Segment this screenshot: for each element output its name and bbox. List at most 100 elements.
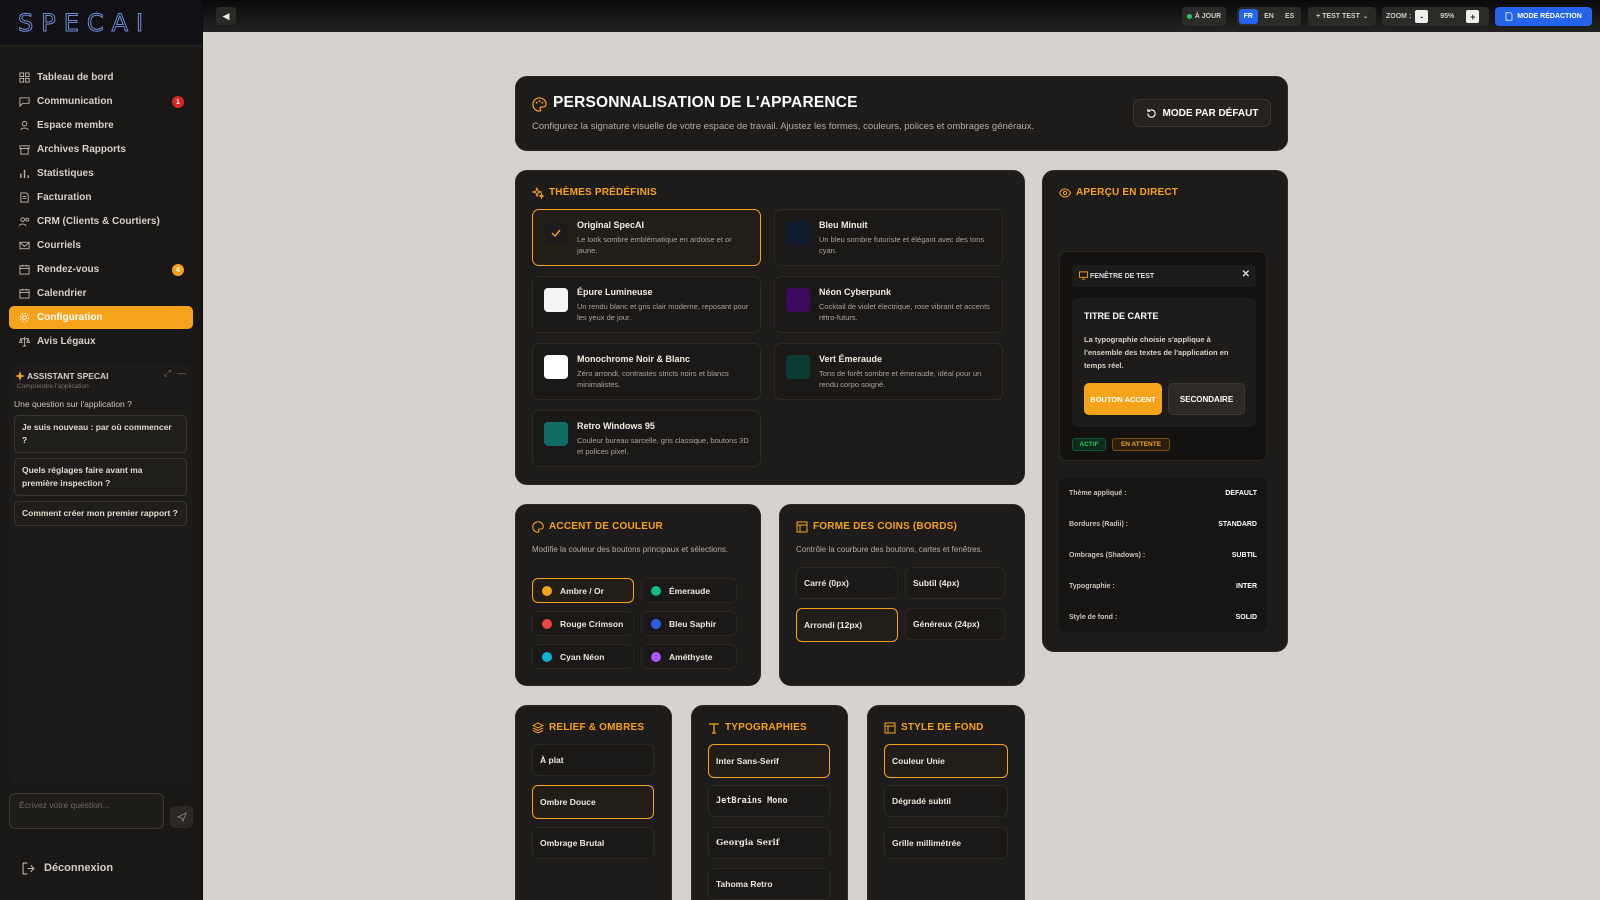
theme-desc: Zéro arrondi, contrastes stricts noirs e… (577, 369, 729, 389)
bg-option-gradient[interactable]: Dégradé subtil (884, 785, 1008, 817)
corner-option-square[interactable]: Carré (0px) (796, 567, 898, 599)
zoom-out-button[interactable]: - (1415, 10, 1429, 23)
sparkles-icon (532, 187, 544, 199)
theme-swatch (786, 221, 810, 245)
eye-icon (1059, 188, 1071, 198)
sidebar-item-statistics[interactable]: Statistiques (9, 162, 193, 185)
logout-button[interactable]: Déconnexion (22, 862, 113, 875)
color-dot-icon (651, 618, 661, 629)
sidebar-item-crm[interactable]: CRM (Clients & Courtiers) (9, 210, 193, 233)
mail-icon (19, 241, 30, 250)
accent-option-emeraude[interactable]: Émeraude (641, 578, 737, 603)
theme-name: Néon Cyberpunk (819, 287, 892, 297)
bg-option-solid[interactable]: Couleur Unie (884, 744, 1008, 778)
accent-color-card: ACCENT DE COULEUR Modifie la couleur des… (515, 504, 761, 686)
sidebar-item-member-space[interactable]: Espace membre (9, 114, 193, 137)
theme-neon-cyberpunk[interactable]: Néon Cyberpunk Cocktail de violet électr… (774, 276, 1003, 333)
summary-row: Thème appliqué : DEFAULT (1069, 490, 1257, 497)
language-switcher: FR EN ES (1237, 7, 1301, 26)
chevron-left-icon: ◀ (222, 10, 230, 21)
theme-desc: Un rendu blanc et gris clair moderne, re… (577, 302, 749, 322)
color-dot-icon (542, 651, 552, 662)
assistant-question: Une question sur l'application ? (14, 399, 132, 409)
bg-option-grid[interactable]: Grille millimétrée (884, 827, 1008, 859)
user-menu[interactable]: + TEST TEST ⌄ (1308, 7, 1376, 26)
editing-mode-button[interactable]: MODE RÉDACTION (1495, 7, 1592, 26)
theme-bleu-minuit[interactable]: Bleu Minuit Un bleu sombre futuriste et … (774, 209, 1003, 266)
zoom-in-button[interactable]: + (1466, 10, 1480, 23)
close-icon[interactable]: ✕ (1242, 269, 1250, 280)
theme-name: Monochrome Noir & Blanc (577, 354, 691, 364)
minimize-icon[interactable]: — (177, 368, 186, 379)
accent-option-saphir[interactable]: Bleu Saphir (641, 611, 737, 636)
sidebar-item-legal[interactable]: Avis Légaux (9, 330, 193, 353)
assistant-input[interactable]: Écrivez votre question... (9, 793, 164, 829)
assistant-title: ASSISTANT SPECAI (13, 371, 188, 381)
sidebar-item-label: Configuration (37, 312, 103, 323)
accent-option-crimson[interactable]: Rouge Crimson (532, 611, 634, 636)
sidebar-item-calendar[interactable]: Calendrier (9, 282, 193, 305)
theme-vert-emeraude[interactable]: Vert Émeraude Tons de forêt sombre et ém… (774, 343, 1003, 400)
preview-card-title: TITRE DE CARTE (1084, 311, 1159, 321)
corners-card: FORME DES COINS (BORDS) Contrôle la cour… (779, 504, 1025, 686)
theme-desc: Couleur bureau sarcelle, gris classique,… (577, 436, 749, 456)
expand-icon[interactable]: ⤢ (164, 368, 171, 379)
corner-option-rounded[interactable]: Arrondi (12px) (796, 608, 898, 642)
notification-badge: 4 (172, 264, 184, 276)
monitor-icon (1079, 271, 1088, 280)
preview-inner-card: TITRE DE CARTE La typographie choisie s'… (1072, 298, 1256, 427)
theme-name: Vert Émeraude (819, 354, 883, 364)
font-option-inter[interactable]: Inter Sans-Serif (708, 744, 830, 778)
sidebar-item-configuration[interactable]: Configuration (9, 306, 193, 329)
sidebar-nav: Tableau de bord Communication 1 Espace m… (0, 46, 202, 353)
font-option-georgia[interactable]: Georgia Serif (708, 827, 830, 859)
layout-icon (796, 521, 808, 533)
send-button[interactable] (170, 806, 193, 828)
accent-option-cyan[interactable]: Cyan Néon (532, 644, 634, 669)
theme-name: Épure Lumineuse (577, 287, 653, 297)
sidebar-item-dashboard[interactable]: Tableau de bord (9, 66, 193, 89)
relief-option-brutal[interactable]: Ombrage Brutal (532, 827, 654, 859)
corner-option-subtle[interactable]: Subtil (4px) (905, 567, 1005, 599)
relief-option-flat[interactable]: À plat (532, 744, 654, 776)
relief-shadows-card: RELIEF & OMBRES À plat Ombre Douce Ombra… (515, 705, 672, 900)
themes-card: THÈMES PRÉDÉFINIS Original SpecAI Le loo… (515, 170, 1025, 485)
lang-fr-button[interactable]: FR (1239, 9, 1258, 24)
theme-original-specai[interactable]: Original SpecAI Le look sombre emblémati… (532, 209, 761, 266)
background-style-card: STYLE DE FOND Couleur Unie Dégradé subti… (867, 705, 1025, 900)
status-badge-active: ACTIF (1072, 438, 1106, 451)
sidebar-item-communication[interactable]: Communication 1 (9, 90, 193, 113)
lang-en-button[interactable]: EN (1260, 9, 1279, 24)
theme-monochrome[interactable]: Monochrome Noir & Blanc Zéro arrondi, co… (532, 343, 761, 400)
preview-accent-button[interactable]: BOUTON ACCENT (1084, 383, 1162, 415)
suggestion-chip[interactable]: Comment créer mon premier rapport ? (14, 501, 187, 526)
corner-option-generous[interactable]: Généreux (24px) (905, 608, 1005, 640)
reset-default-button[interactable]: MODE PAR DÉFAUT (1133, 99, 1271, 127)
sidebar-item-emails[interactable]: Courriels (9, 234, 193, 257)
accent-option-ambre[interactable]: Ambre / Or (532, 578, 634, 603)
theme-epure-lumineuse[interactable]: Épure Lumineuse Un rendu blanc et gris c… (532, 276, 761, 333)
theme-name: Bleu Minuit (819, 220, 868, 230)
status-dot-icon (1186, 14, 1192, 19)
summary-row: Typographie : INTER (1069, 583, 1257, 590)
sidebar-item-appointments[interactable]: Rendez-vous 4 (9, 258, 193, 281)
preview-card-text: La typographie choisie s'applique à l'en… (1084, 335, 1229, 370)
sidebar-item-billing[interactable]: Facturation (9, 186, 193, 209)
sidebar-item-archives[interactable]: Archives Rapports (9, 138, 193, 161)
theme-name: Retro Windows 95 (577, 421, 655, 431)
collapse-sidebar-button[interactable]: ◀ (216, 7, 236, 25)
sidebar-item-label: Tableau de bord (37, 72, 114, 83)
suggestion-chip[interactable]: Je suis nouveau : par où commencer ? (14, 415, 187, 453)
preview-secondary-button[interactable]: SECONDAIRE (1168, 383, 1245, 415)
app-logo[interactable]: SPECAI (0, 0, 202, 46)
lang-es-button[interactable]: ES (1280, 9, 1299, 24)
relief-option-soft[interactable]: Ombre Douce (532, 785, 654, 819)
font-option-tahoma[interactable]: Tahoma Retro (708, 868, 830, 900)
summary-row: Style de fond : SOLID (1069, 614, 1257, 621)
sidebar-item-label: CRM (Clients & Courtiers) (37, 216, 160, 227)
font-option-jetbrains[interactable]: JetBrains Mono (708, 785, 830, 817)
suggestion-chip[interactable]: Quels réglages faire avant ma première i… (14, 458, 187, 496)
preview-window: FENÊTRE DE TEST ✕ TITRE DE CARTE La typo… (1059, 251, 1267, 461)
theme-retro-windows[interactable]: Retro Windows 95 Couleur bureau sarcelle… (532, 410, 761, 467)
accent-option-amethyste[interactable]: Améthyste (641, 644, 737, 669)
